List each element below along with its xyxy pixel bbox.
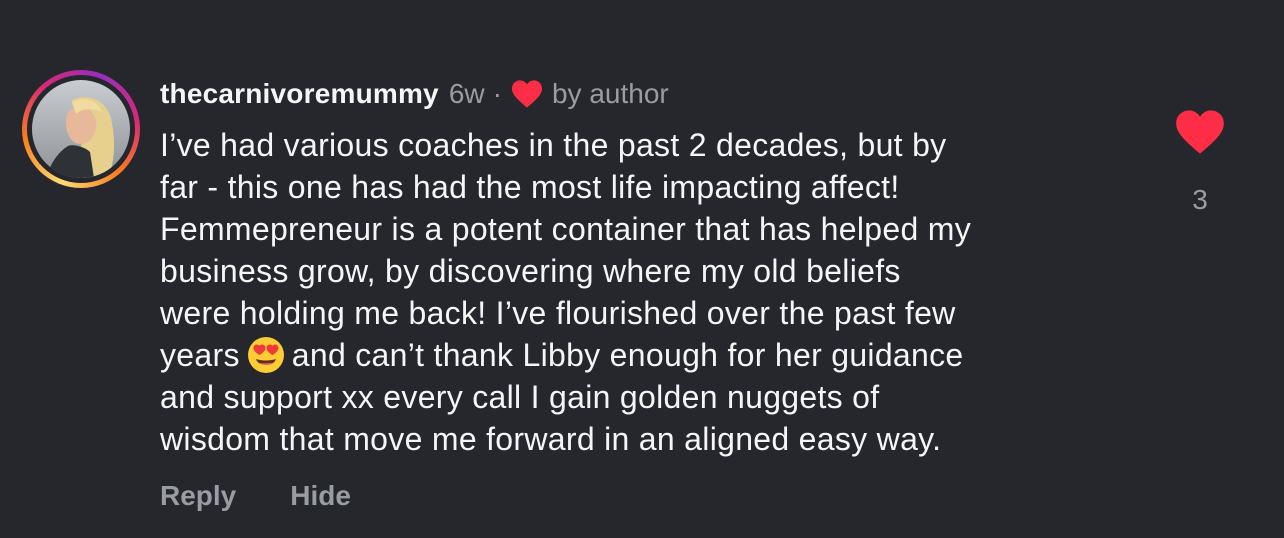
comment-body: I’ve had various coaches in the past 2 d…: [160, 124, 1150, 460]
heart-eyes-emoji-icon: [247, 337, 284, 373]
comment-line: business grow, by discovering where my o…: [160, 253, 901, 289]
liked-by-author-label: by author: [551, 78, 669, 109]
username-link[interactable]: thecarnivoremummy: [160, 78, 439, 110]
timestamp: 6w: [448, 78, 485, 109]
avatar: [32, 80, 130, 178]
like-count: 3: [1192, 184, 1208, 215]
comment-line: and support xx every call I gain golden …: [160, 379, 880, 415]
separator-dot: ·: [492, 78, 502, 109]
comment-header: thecarnivoremummy 6w · by author: [160, 74, 669, 114]
comment-line: were holding me back! I’ve flourished ov…: [160, 295, 956, 331]
comment-line: I’ve had various coaches in the past 2 d…: [160, 127, 947, 163]
reply-button[interactable]: Reply: [160, 480, 236, 512]
hide-button[interactable]: Hide: [290, 480, 351, 512]
like-heart-icon[interactable]: [1174, 108, 1226, 156]
avatar-story-ring[interactable]: [22, 70, 140, 188]
comment-line: wisdom that move me forward in an aligne…: [160, 421, 942, 457]
comment-actions: Reply Hide: [160, 480, 351, 512]
comment-line-with-emoji: years and can’t thank Libby enough for h…: [160, 334, 1150, 376]
comment-text: and can’t thank Libby enough for her gui…: [291, 337, 964, 373]
author-liked-heart-icon: [511, 80, 542, 108]
comment: thecarnivoremummy 6w · by author I’ve ha…: [0, 0, 1284, 538]
comment-line: far - this one has had the most life imp…: [160, 169, 900, 205]
avatar-gap: [27, 75, 135, 183]
comment-line: Femmepreneur is a potent container that …: [160, 211, 972, 247]
comment-text: years: [160, 337, 240, 373]
